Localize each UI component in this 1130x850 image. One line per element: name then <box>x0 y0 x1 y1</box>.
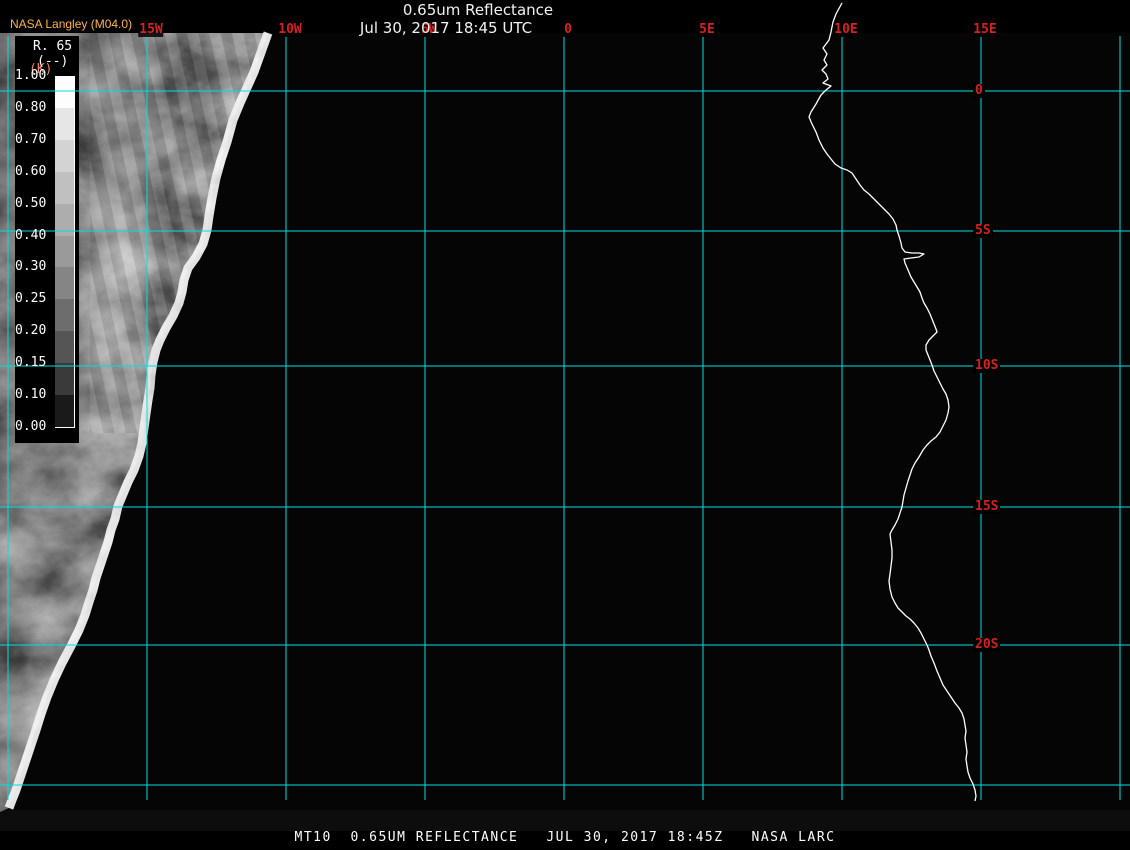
coastline <box>808 2 977 802</box>
grid-overlay <box>0 2 1130 802</box>
title-product: 0.65um Reflectance <box>402 1 554 19</box>
satellite-image-viewer: R. 65 (K) (--) 1.00 0.80 0.70 0.60 0.50 0.40 0… <box>0 0 1130 850</box>
graticule-lines <box>0 36 1130 800</box>
credit-text: NASA Langley (M04.0) <box>10 17 133 31</box>
status-bar: MT10 0.65UM REFLECTANCE JUL 30, 2017 18:… <box>294 830 836 845</box>
title-datetime: Jul 30, 2017 18:45 UTC <box>359 19 533 37</box>
